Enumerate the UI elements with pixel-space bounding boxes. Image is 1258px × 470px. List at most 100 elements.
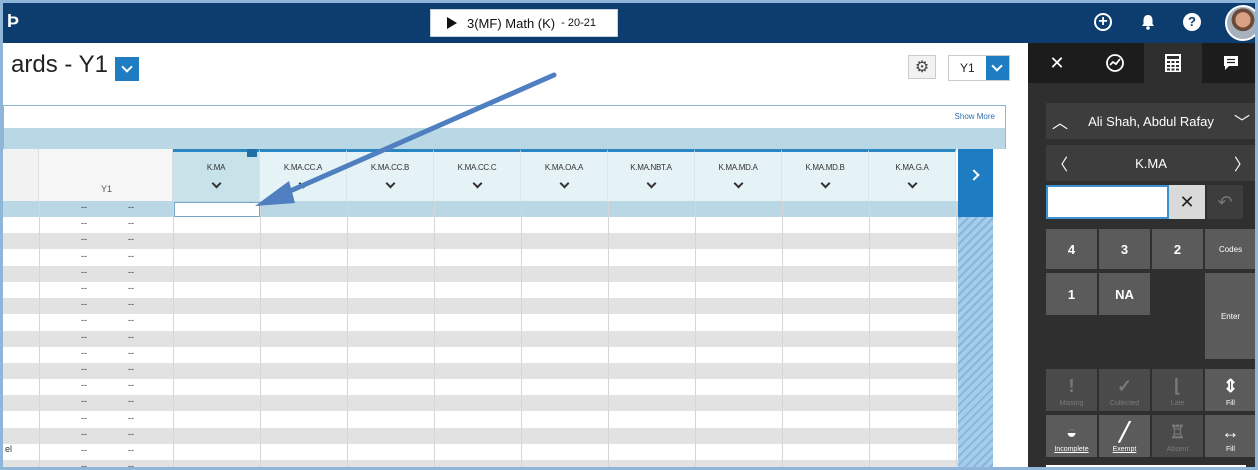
table-row[interactable]: -- -- bbox=[3, 427, 958, 444]
standard-column-header[interactable]: K.MA.CC.B bbox=[347, 149, 434, 201]
calculator-icon[interactable] bbox=[1144, 43, 1202, 83]
chevron-down-icon[interactable] bbox=[820, 178, 831, 189]
standard-column-header[interactable]: K.MA.CC.A bbox=[260, 149, 347, 201]
key-1[interactable]: 1 bbox=[1046, 273, 1097, 315]
help-icon[interactable]: ? bbox=[1181, 11, 1203, 33]
grid-line bbox=[956, 201, 957, 467]
standard-column-header[interactable]: K.MA.MD.A bbox=[695, 149, 782, 201]
standard-column-label: K.MA.MD.B bbox=[805, 163, 845, 172]
logo[interactable]: Þ bbox=[7, 11, 19, 32]
exclamation-icon: ! bbox=[1068, 375, 1075, 396]
empty-score: -- bbox=[81, 412, 87, 423]
table-row[interactable]: -- -- bbox=[3, 282, 958, 298]
empty-score: -- bbox=[128, 428, 134, 439]
chevron-down-icon[interactable] bbox=[907, 178, 918, 189]
collected-button[interactable]: ✓ Collected bbox=[1099, 369, 1150, 411]
table-row[interactable]: -- -- bbox=[3, 298, 958, 315]
standard-column-header[interactable]: K.MA.NBT.A bbox=[608, 149, 695, 201]
chevron-left-icon[interactable]: 〈 bbox=[1046, 145, 1074, 181]
chevron-down-icon[interactable] bbox=[385, 178, 396, 189]
clear-button[interactable]: ✕ bbox=[1169, 185, 1205, 219]
table-row[interactable]: -- -- bbox=[3, 379, 958, 395]
table-row[interactable]: -- -- bbox=[3, 460, 958, 470]
missing-button[interactable]: ! Missing bbox=[1046, 369, 1097, 411]
close-icon[interactable]: ✕ bbox=[1028, 43, 1086, 83]
grid-line bbox=[347, 201, 348, 467]
chevron-down-icon[interactable] bbox=[472, 178, 483, 189]
play-icon bbox=[447, 17, 457, 29]
standard-column-label: K.MA.NBT.A bbox=[630, 163, 672, 172]
chevron-up-icon[interactable]: ︿ bbox=[1046, 103, 1074, 139]
empty-score: -- bbox=[128, 218, 134, 229]
empty-score: -- bbox=[81, 445, 87, 455]
chevron-down-icon[interactable]: ﹀ bbox=[1228, 103, 1255, 139]
vertical-arrows-icon: ⇕ bbox=[1222, 375, 1239, 396]
standard-column-header[interactable]: K.MA.G.A bbox=[869, 149, 956, 201]
empty-score: -- bbox=[128, 461, 134, 470]
title-dropdown-button[interactable] bbox=[115, 57, 139, 81]
empty-score: -- bbox=[81, 347, 87, 358]
table-row[interactable]: -- -- bbox=[3, 201, 958, 217]
term-dropdown-caret[interactable] bbox=[985, 56, 1009, 80]
table-row[interactable]: -- -- bbox=[3, 265, 958, 282]
term-value: Y1 bbox=[960, 61, 975, 75]
show-more-link[interactable]: Show More bbox=[955, 112, 995, 121]
active-score-cell[interactable] bbox=[174, 202, 260, 217]
key-4[interactable]: 4 bbox=[1046, 229, 1097, 269]
late-icon: ⌊ bbox=[1173, 375, 1182, 396]
codes-button[interactable]: Codes bbox=[1205, 229, 1255, 269]
standard-column-header[interactable]: K.MA.OA.A bbox=[521, 149, 608, 201]
student-column-header bbox=[3, 149, 39, 201]
analytics-icon[interactable] bbox=[1086, 43, 1144, 83]
standard-column-label: K.MA.CC.A bbox=[283, 163, 323, 172]
chevron-down-icon[interactable] bbox=[298, 178, 309, 189]
table-row[interactable]: -- -- bbox=[3, 444, 958, 460]
empty-score: -- bbox=[81, 299, 87, 310]
add-icon[interactable]: + bbox=[1092, 11, 1114, 33]
bell-icon[interactable] bbox=[1137, 11, 1159, 33]
avatar[interactable] bbox=[1225, 5, 1255, 41]
horizontal-arrows-icon: ↔ bbox=[1221, 421, 1240, 442]
scroll-right-button[interactable] bbox=[958, 149, 993, 201]
chevron-right-icon[interactable]: 〉 bbox=[1228, 145, 1255, 181]
y1-column-header[interactable]: Y1 bbox=[39, 149, 173, 201]
table-row[interactable]: -- -- bbox=[3, 233, 958, 250]
absent-button[interactable]: ♖ Absent bbox=[1152, 415, 1203, 457]
score-input[interactable] bbox=[1046, 185, 1169, 219]
exempt-label: Exempt bbox=[1112, 446, 1137, 453]
undo-button[interactable]: ↶ bbox=[1207, 185, 1243, 219]
key-3[interactable]: 3 bbox=[1099, 229, 1150, 269]
table-row[interactable]: -- -- bbox=[3, 217, 958, 233]
comment-icon[interactable] bbox=[1202, 43, 1255, 83]
y1-label: Y1 bbox=[101, 184, 113, 194]
grid-line bbox=[434, 201, 435, 467]
key-2[interactable]: 2 bbox=[1152, 229, 1203, 269]
fill-horizontal-button[interactable]: ↔ Fill bbox=[1205, 415, 1255, 457]
grid-line bbox=[869, 201, 870, 467]
table-row[interactable]: -- -- bbox=[3, 314, 958, 330]
late-button[interactable]: ⌊ Late bbox=[1152, 369, 1203, 411]
chevron-down-icon[interactable] bbox=[733, 178, 744, 189]
standard-column-header[interactable]: K.MA.CC.C bbox=[434, 149, 521, 201]
empty-score: -- bbox=[128, 331, 134, 342]
table-row[interactable]: -- -- bbox=[3, 330, 958, 347]
standard-column-label: K.MA.MD.A bbox=[718, 163, 758, 172]
chevron-down-icon[interactable] bbox=[559, 178, 570, 189]
section-selector[interactable]: 3(MF) Math (K) - 20-21 bbox=[430, 9, 618, 37]
table-row[interactable]: -- -- bbox=[3, 412, 958, 428]
enter-button[interactable]: Enter bbox=[1205, 273, 1255, 359]
table-row[interactable]: -- -- bbox=[3, 250, 958, 266]
term-select[interactable]: Y1 bbox=[948, 55, 1010, 81]
table-row[interactable]: -- -- bbox=[3, 363, 958, 379]
fill-vertical-button[interactable]: ⇕ Fill bbox=[1205, 369, 1255, 411]
grid-line bbox=[260, 201, 261, 467]
table-row[interactable]: -- -- bbox=[3, 347, 958, 363]
incomplete-button[interactable]: ◒ Incomplete bbox=[1046, 415, 1097, 457]
standard-column-header[interactable]: K.MA.MD.B bbox=[782, 149, 869, 201]
exempt-button[interactable]: ╱ Exempt bbox=[1099, 415, 1150, 457]
chevron-down-icon[interactable] bbox=[646, 178, 657, 189]
table-row[interactable]: -- -- bbox=[3, 395, 958, 412]
chevron-down-icon[interactable] bbox=[211, 178, 222, 189]
settings-button[interactable]: ⚙ bbox=[908, 55, 936, 79]
key-na[interactable]: NA bbox=[1099, 273, 1150, 315]
